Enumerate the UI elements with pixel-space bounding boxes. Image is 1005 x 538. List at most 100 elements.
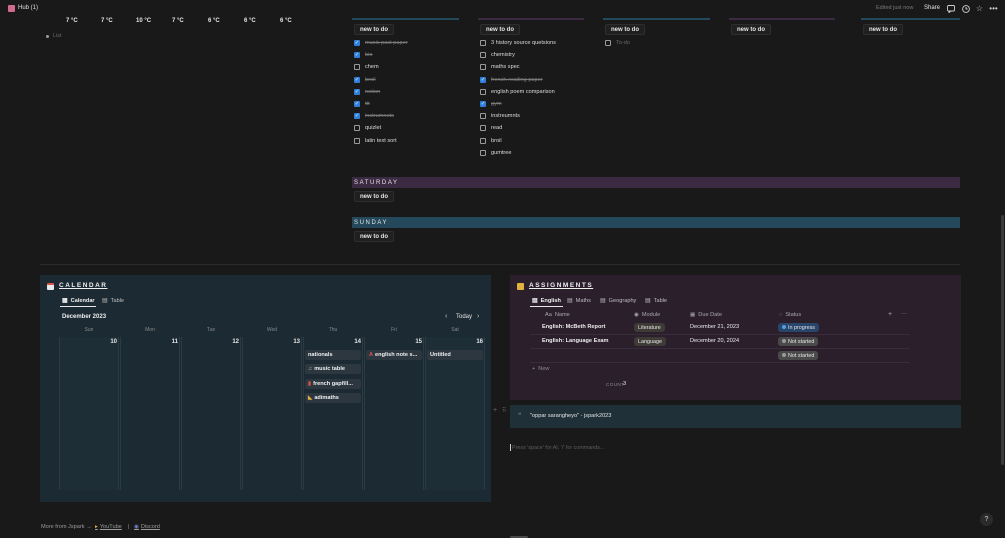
checkbox[interactable] [480,149,486,156]
checkbox[interactable] [480,125,486,132]
checkbox[interactable] [354,64,360,71]
todo-item[interactable]: To-do [605,38,630,48]
assignment-name[interactable]: English: Language Exam [542,338,609,344]
column-header-due-date[interactable]: ▦ Due Date [690,312,722,318]
new-todo-button[interactable]: new to do [605,24,645,35]
calendar-event[interactable]: ♫ music table [305,364,361,375]
calendar-day-cell[interactable] [181,337,241,490]
checkbox-checked[interactable]: ✓ [480,101,486,107]
calendar-event[interactable]: ▮ french gapfill... [305,378,361,389]
star-icon[interactable]: ☆ [975,4,984,13]
table-row[interactable] [530,349,910,363]
new-todo-button[interactable]: new to do [480,24,520,35]
new-todo-button[interactable]: new to do [354,24,394,35]
day-number: 15 [415,339,422,345]
checkbox[interactable] [480,137,486,144]
quote-text[interactable]: "oppar sarangheyo" - jspark2023 [530,413,611,419]
todo-item[interactable]: ✓ french reading paper [480,75,543,85]
share-button[interactable]: Share [924,5,940,11]
list-placeholder[interactable]: List [53,33,62,39]
tab-english[interactable]: ▤ English [532,297,561,305]
drag-handle-icon[interactable]: ⠿ [502,407,506,414]
help-button[interactable]: ? [980,513,993,526]
checkbox[interactable] [480,88,486,95]
checkbox[interactable] [480,52,486,59]
checkbox-checked[interactable]: ✓ [354,113,360,120]
checkbox-checked[interactable]: ✓ [354,52,360,59]
checkbox[interactable] [354,125,360,132]
table-icon: ▤ [532,298,538,304]
new-todo-button[interactable]: new to do [354,231,394,242]
todo-item[interactable]: ✓ gym [480,99,502,109]
checkbox-checked[interactable]: ✓ [354,88,360,95]
calendar-day-cell[interactable] [242,337,302,490]
column-header-name[interactable]: Aa Name [545,312,570,318]
column-header-status[interactable]: ◌ Status [779,312,801,318]
calendar-event[interactable]: Untitled [427,350,483,360]
todo-item[interactable]: chemistry [480,50,515,60]
todo-item[interactable]: ✓ instrumnets [354,111,394,121]
todo-item[interactable]: ✓ broil [354,75,376,85]
page-title[interactable]: Hub (1) [18,5,38,11]
add-block-icon[interactable]: + [493,407,497,414]
new-todo-button[interactable]: new to do [354,191,394,202]
checkbox[interactable] [605,40,611,46]
column-header-module[interactable]: ◉ Module [634,312,660,318]
event-title: english note s... [375,352,418,358]
todo-item[interactable]: maths spec [480,62,520,72]
clock-icon[interactable] [961,4,970,13]
checkbox-checked[interactable]: ✓ [354,40,360,46]
today-button[interactable]: Today [456,314,472,320]
calendar-event[interactable]: nationals [305,350,361,360]
assignment-name[interactable]: English: McBeth Report [542,324,605,330]
checkbox[interactable] [480,113,486,120]
status-badge[interactable]: Not started [778,351,819,360]
checkbox[interactable] [480,64,486,71]
discord-link[interactable]: ◉ Discord [134,524,160,530]
todo-item[interactable]: ✓ music past paper [354,38,408,48]
tab-maths[interactable]: ▤ Maths [567,297,591,305]
todo-item[interactable]: english poem comparison [480,87,555,97]
todo-label: 3 history source quetsions [491,40,556,46]
more-icon[interactable]: ••• [989,4,998,13]
checkbox-checked[interactable]: ✓ [480,76,486,83]
calendar-day-cell[interactable] [59,337,119,490]
todo-item[interactable]: quizlet [354,123,381,133]
todo-item[interactable]: ✓ notion [354,87,380,97]
new-todo-button[interactable]: new to do [731,24,771,35]
todo-item[interactable]: ✓ bio [354,50,372,60]
todo-item[interactable]: read [480,123,502,133]
todo-item[interactable]: broil [480,136,502,146]
status-badge[interactable]: Not started [778,337,819,346]
prev-month-button[interactable]: ‹ [445,313,447,320]
next-month-button[interactable]: › [477,313,479,320]
todo-item[interactable]: ✓ ttt [354,99,370,109]
todo-item[interactable]: latin text sort [354,136,397,146]
checkbox-checked[interactable]: ✓ [354,76,360,83]
checkbox[interactable] [480,40,486,46]
calendar-day-cell[interactable] [120,337,180,490]
calendar-event[interactable]: ◣ adimaths [305,392,361,403]
add-row-button[interactable]: + New [532,366,549,372]
scrollbar-thumb[interactable] [1001,215,1004,465]
status-badge[interactable]: In progress [778,323,819,332]
youtube-link[interactable]: ▸ YouTube [95,524,122,530]
comment-icon[interactable] [946,4,955,13]
assignments-title[interactable]: ASSIGNMENTS [529,282,593,289]
todo-item[interactable]: 3 history source quetsions [480,38,556,48]
tab-geography[interactable]: ▤ Geography [600,297,636,305]
checkbox-checked[interactable]: ✓ [354,101,360,107]
todo-item[interactable]: instreumnts [480,111,520,121]
new-todo-button[interactable]: new to do [863,24,903,35]
tab-calendar[interactable]: ▦ Calendar [62,297,95,305]
checkbox[interactable] [354,137,360,144]
editor-placeholder[interactable]: Press 'space' for AI, '/' for commands..… [512,445,605,451]
calendar-title[interactable]: CALENDAR [59,282,107,289]
tab-table[interactable]: ▤ Table [645,297,667,305]
todo-item[interactable]: chem [354,62,379,72]
tab-table[interactable]: ▤ Table [102,297,124,305]
todo-item[interactable]: gumtree [480,148,512,158]
add-property-button[interactable]: + [888,311,892,318]
more-options-icon[interactable]: ··· [901,311,907,317]
calendar-event[interactable]: Aenglish note s... [366,350,422,360]
